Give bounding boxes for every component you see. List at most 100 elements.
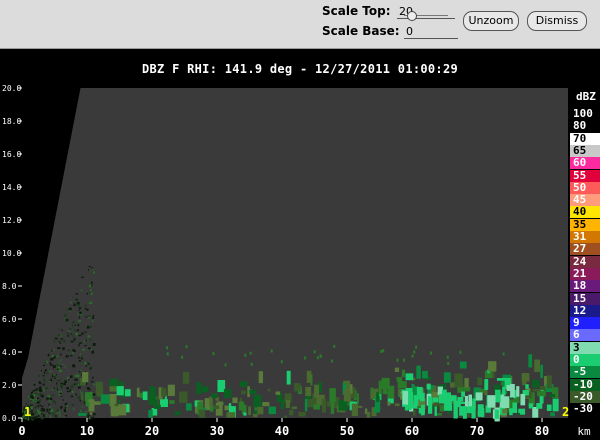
echo-cell — [257, 406, 264, 415]
echo-speckle — [46, 372, 49, 375]
colorbar-label: -10 — [573, 377, 593, 391]
echo-speckle — [51, 355, 55, 358]
echo-cell — [401, 369, 406, 378]
echo-cell — [461, 391, 466, 397]
echo-speckle — [67, 349, 71, 352]
echo-cell — [397, 381, 407, 389]
colorbar-label: 40 — [573, 205, 587, 219]
echo-cell — [226, 412, 236, 418]
echo-cell — [136, 387, 140, 398]
echo-cell — [305, 386, 312, 397]
echo-speckle — [69, 310, 71, 313]
echo-speckle — [43, 371, 46, 375]
echo-cell — [78, 412, 87, 416]
echo-speckle — [411, 354, 414, 358]
echo-cell — [477, 377, 483, 386]
echo-cell — [475, 392, 483, 401]
echo-speckle — [65, 354, 68, 358]
echo-cell — [253, 395, 262, 408]
echo-speckle — [46, 397, 49, 400]
echo-speckle — [72, 321, 76, 324]
echo-speckle — [87, 269, 89, 271]
echo-speckle — [92, 376, 94, 380]
echo-cell — [422, 370, 428, 379]
echo-speckle — [331, 359, 334, 363]
echo-cell — [408, 396, 412, 411]
colorbar-label: 35 — [573, 217, 587, 231]
echo-speckle — [382, 349, 385, 353]
echo-cell — [439, 394, 444, 404]
echo-cell — [464, 378, 469, 388]
echo-cell — [330, 401, 335, 414]
echo-cell — [520, 393, 526, 406]
scale-base-input[interactable] — [404, 24, 458, 39]
echo-speckle — [280, 360, 283, 364]
echo-speckle — [73, 338, 76, 341]
echo-speckle — [90, 348, 93, 351]
unzoom-button[interactable]: Unzoom — [463, 11, 519, 31]
echo-cell — [82, 372, 89, 383]
colorbar-label: 31 — [573, 230, 587, 243]
echo-speckle — [93, 383, 96, 386]
echo-cell — [381, 377, 390, 390]
echo-cell — [343, 389, 351, 402]
echo-speckle — [57, 340, 61, 342]
colorbar-label: 27 — [573, 242, 587, 256]
echo-cell — [258, 371, 264, 384]
echo-speckle — [51, 394, 55, 397]
echo-speckle — [319, 354, 322, 358]
echo-cell — [402, 391, 409, 405]
echo-speckle — [48, 408, 51, 411]
scale-top-input[interactable] — [397, 4, 455, 19]
echo-speckle — [72, 351, 74, 355]
echo-speckle — [413, 350, 416, 354]
echo-cell — [552, 398, 559, 412]
echo-speckle — [38, 388, 41, 392]
echo-speckle — [49, 405, 51, 409]
echo-cell — [248, 406, 252, 415]
echo-speckle — [78, 359, 81, 362]
echo-speckle — [60, 406, 63, 409]
echo-cell — [370, 387, 374, 394]
echo-speckle — [92, 317, 94, 319]
echo-cell — [93, 401, 101, 405]
echo-cell — [196, 382, 202, 395]
echo-cell — [550, 412, 556, 417]
echo-speckle — [55, 414, 57, 418]
x-tick-label: 80 — [535, 424, 549, 438]
echo-speckle — [79, 370, 82, 372]
dismiss-button[interactable]: Dismiss — [527, 11, 587, 31]
echo-speckle — [90, 289, 92, 292]
echo-speckle — [78, 309, 80, 311]
echo-speckle — [85, 339, 87, 342]
colorbar-label: 15 — [573, 291, 587, 305]
echo-speckle — [57, 366, 61, 369]
echo-speckle — [45, 386, 48, 390]
rhi-plot[interactable]: 0.0 2.0 4.0 6.0 8.0 10.0 12.0 14.0 16.0 18.0 20.0 0… — [0, 80, 600, 440]
echo-speckle — [71, 390, 74, 394]
scale-top-slider-knob[interactable] — [407, 11, 417, 21]
colorbar-label: 0 — [573, 353, 580, 366]
echo-speckle — [43, 388, 45, 392]
echo-speckle — [87, 363, 90, 365]
echo-speckle — [42, 414, 46, 417]
echo-speckle — [58, 394, 61, 396]
echo-speckle — [87, 335, 91, 338]
y-tick-label: 4.0 — [2, 348, 17, 357]
echo-speckle — [70, 395, 74, 398]
echo-speckle — [53, 387, 55, 390]
echo-speckle — [35, 406, 37, 409]
echo-cell — [117, 399, 121, 403]
echo-cell — [540, 364, 543, 379]
echo-cell — [546, 375, 552, 389]
echo-speckle — [447, 361, 450, 365]
echo-speckle — [81, 354, 83, 358]
colorbar-label: 12 — [573, 303, 587, 317]
echo-speckle — [72, 334, 74, 337]
echo-speckle — [79, 353, 81, 356]
echo-cell — [447, 395, 452, 401]
echo-cell — [275, 391, 281, 395]
echo-speckle — [75, 298, 78, 300]
echo-speckle — [37, 405, 40, 408]
echo-cell — [487, 395, 496, 408]
